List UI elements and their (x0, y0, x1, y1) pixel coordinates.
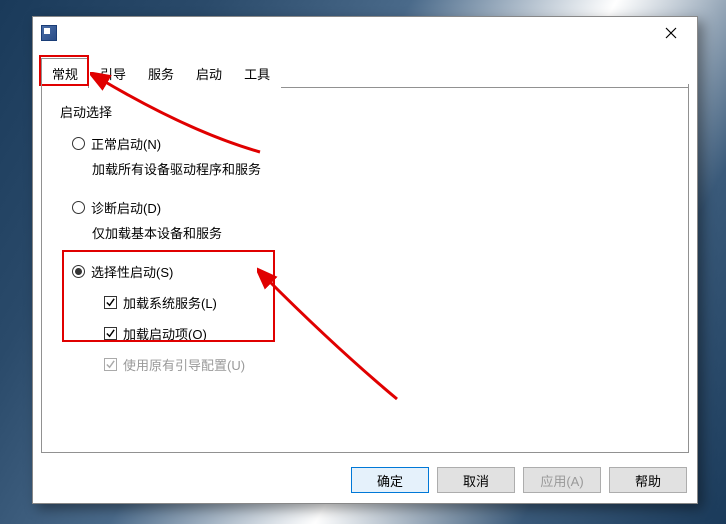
tab-panel-general: 启动选择 正常启动(N) 加载所有设备驱动程序和服务 诊断启动(D) 仅加载基本… (41, 84, 689, 453)
checkbox-label: 加载启动项(O) (123, 324, 207, 343)
app-icon (41, 25, 57, 41)
radio-label: 选择性启动(S) (91, 262, 173, 281)
ok-button[interactable]: 确定 (351, 467, 429, 493)
button-label: 确定 (377, 471, 403, 490)
tab-label: 启动 (196, 67, 222, 82)
radio-icon (72, 201, 85, 214)
button-label: 取消 (463, 471, 489, 490)
radio-label: 正常启动(N) (91, 134, 161, 153)
radio-icon (72, 137, 85, 150)
tab-label: 常规 (52, 67, 78, 82)
close-icon (665, 27, 677, 39)
diagnostic-startup-desc: 仅加载基本设备和服务 (92, 223, 674, 242)
tab-label: 引导 (100, 67, 126, 82)
checkbox-icon (104, 327, 117, 340)
close-button[interactable] (649, 19, 693, 47)
checkbox-load-startup-items[interactable]: 加载启动项(O) (104, 324, 674, 343)
radio-icon (72, 265, 85, 278)
checkbox-use-original-boot: 使用原有引导配置(U) (104, 355, 674, 374)
titlebar (33, 17, 697, 49)
radio-selective-startup[interactable]: 选择性启动(S) (72, 262, 674, 281)
radio-diagnostic-startup[interactable]: 诊断启动(D) (72, 198, 674, 217)
radio-label: 诊断启动(D) (91, 198, 161, 217)
normal-startup-desc: 加载所有设备驱动程序和服务 (92, 159, 674, 178)
dialog-button-row: 确定 取消 应用(A) 帮助 (33, 467, 687, 493)
button-label: 应用(A) (540, 471, 583, 490)
apply-button: 应用(A) (523, 467, 601, 493)
startup-selection-group: 启动选择 正常启动(N) 加载所有设备驱动程序和服务 诊断启动(D) 仅加载基本… (56, 102, 674, 374)
content-area: 常规 引导 服务 启动 工具 启动选择 正常启动(N) 加载所有设备驱动程序和服… (41, 57, 689, 453)
checkbox-label: 加载系统服务(L) (123, 293, 217, 312)
checkbox-icon (104, 358, 117, 371)
checkbox-icon (104, 296, 117, 309)
button-label: 帮助 (635, 471, 661, 490)
radio-normal-startup[interactable]: 正常启动(N) (72, 134, 674, 153)
help-button[interactable]: 帮助 (609, 467, 687, 493)
msconfig-dialog: 常规 引导 服务 启动 工具 启动选择 正常启动(N) 加载所有设备驱动程序和服… (32, 16, 698, 504)
cancel-button[interactable]: 取消 (437, 467, 515, 493)
checkbox-load-system-services[interactable]: 加载系统服务(L) (104, 293, 674, 312)
tab-label: 工具 (244, 67, 270, 82)
group-title: 启动选择 (56, 105, 116, 120)
tab-label: 服务 (148, 67, 174, 82)
checkbox-label: 使用原有引导配置(U) (123, 355, 245, 374)
